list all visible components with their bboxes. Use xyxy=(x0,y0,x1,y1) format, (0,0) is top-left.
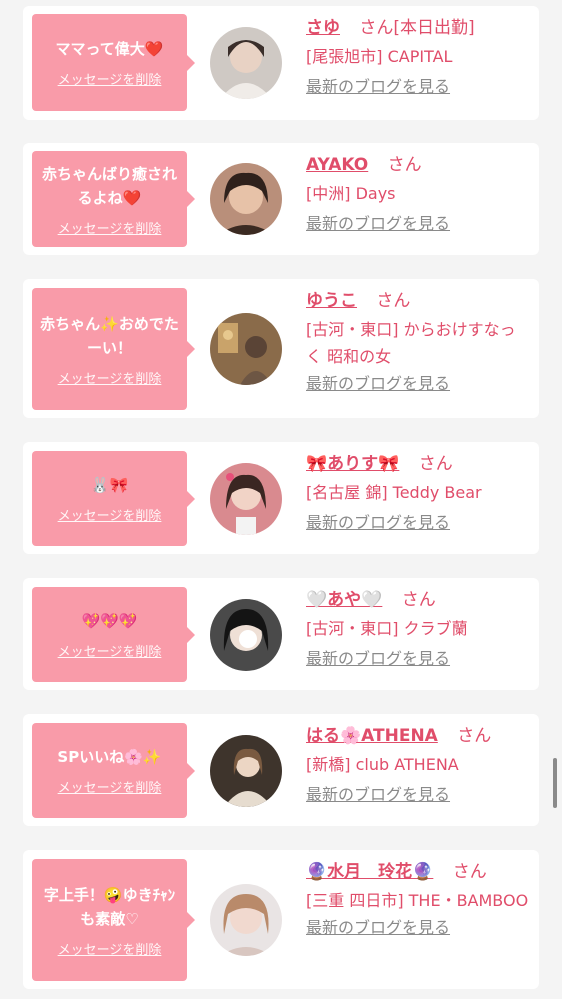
shop-info: [新橋] club ATHENA xyxy=(306,755,459,774)
message-bubble: SPいいね🌸✨ メッセージを削除 xyxy=(32,723,195,818)
honorific: さん xyxy=(418,454,453,474)
profile-name-link[interactable]: はる🌸ATHENA xyxy=(306,726,438,746)
shop-info: [尾張旭市] CAPITAL xyxy=(306,47,453,66)
profile-name-link[interactable]: 🎀ありす🎀 xyxy=(306,454,399,474)
profile-info: 🔮水月 玲花🔮 さん [三重 四日市] THE・BAMBOO 最新のブログを見る xyxy=(306,860,531,939)
latest-blog-link[interactable]: 最新のブログを見る xyxy=(306,213,450,235)
message-card: 赤ちゃん✨おめでたーい！ メッセージを削除 ゆうこ さん [古河・東口] からお… xyxy=(23,279,539,418)
delete-message-link[interactable]: メッセージを削除 xyxy=(58,368,162,387)
shop-info: [三重 四日市] THE・BAMBOO xyxy=(306,891,529,910)
message-text: SPいいね🌸✨ xyxy=(57,748,162,766)
avatar[interactable] xyxy=(210,163,282,235)
avatar[interactable] xyxy=(210,313,282,385)
honorific: さん xyxy=(457,726,492,746)
shop-info: [名古屋 錦] Teddy Bear xyxy=(306,483,482,502)
message-card: 💖💖💖 メッセージを削除 🤍あや🤍 さん [古河・東口] クラブ蘭 最新のブログ… xyxy=(23,578,539,690)
latest-blog-link[interactable]: 最新のブログを見る xyxy=(306,648,450,670)
scrollbar[interactable] xyxy=(553,758,557,808)
delete-message-link[interactable]: メッセージを削除 xyxy=(58,641,162,660)
shop-info: [古河・東口] クラブ蘭 xyxy=(306,619,468,638)
profile-name-link[interactable]: AYAKO xyxy=(306,155,368,175)
message-bubble: 赤ちゃん✨おめでたーい！ メッセージを削除 xyxy=(32,288,195,410)
message-card: 字上手！🤪ゆきﾁｬﾝも素敵♡ メッセージを削除 🔮水月 玲花🔮 さん [三重 四… xyxy=(23,850,539,989)
message-text: ママって偉大❤️ xyxy=(55,40,164,58)
message-card: 🐰🎀 メッセージを削除 🎀ありす🎀 さん [名古屋 錦] Teddy Bear … xyxy=(23,442,539,554)
latest-blog-link[interactable]: 最新のブログを見る xyxy=(306,76,450,98)
profile-name-link[interactable]: 🤍あや🤍 xyxy=(306,590,382,610)
profile-info: 🎀ありす🎀 さん [名古屋 錦] Teddy Bear 最新のブログを見る xyxy=(306,452,531,534)
latest-blog-link[interactable]: 最新のブログを見る xyxy=(306,784,450,806)
avatar[interactable] xyxy=(210,27,282,99)
latest-blog-link[interactable]: 最新のブログを見る xyxy=(306,512,450,534)
profile-name-link[interactable]: 🔮水月 玲花🔮 xyxy=(306,862,433,882)
message-bubble: 💖💖💖 メッセージを削除 xyxy=(32,587,195,682)
message-bubble: 赤ちゃんばり癒されるよね❤️ メッセージを削除 xyxy=(32,151,195,247)
honorific: さん xyxy=(387,155,422,175)
profile-info: ゆうこ さん [古河・東口] からおけすなっく 昭和の女 最新のブログを見る xyxy=(306,289,531,395)
message-bubble: 🐰🎀 メッセージを削除 xyxy=(32,451,195,546)
message-card: SPいいね🌸✨ メッセージを削除 はる🌸ATHENA さん [新橋] club … xyxy=(23,714,539,826)
delete-message-link[interactable]: メッセージを削除 xyxy=(58,505,162,524)
profile-info: さゆ さん[本日出勤] [尾張旭市] CAPITAL 最新のブログを見る xyxy=(306,16,531,98)
delete-message-link[interactable]: メッセージを削除 xyxy=(58,777,162,796)
message-card: ママって偉大❤️ メッセージを削除 さゆ さん[本日出勤] [尾張旭市] CAP… xyxy=(23,6,539,120)
message-bubble: ママって偉大❤️ メッセージを削除 xyxy=(32,14,195,111)
profile-info: 🤍あや🤍 さん [古河・東口] クラブ蘭 最新のブログを見る xyxy=(306,588,531,670)
avatar[interactable] xyxy=(210,599,282,671)
status-label: [本日出勤] xyxy=(393,18,475,38)
latest-blog-link[interactable]: 最新のブログを見る xyxy=(306,373,450,395)
honorific: さん xyxy=(376,291,411,311)
message-text: 字上手！🤪ゆきﾁｬﾝも素敵♡ xyxy=(43,885,176,928)
honorific: さん xyxy=(452,862,487,882)
avatar[interactable] xyxy=(210,463,282,535)
profile-info: はる🌸ATHENA さん [新橋] club ATHENA 最新のブログを見る xyxy=(306,724,531,806)
avatar[interactable] xyxy=(210,735,282,807)
profile-name-link[interactable]: ゆうこ xyxy=(306,291,357,311)
message-text: 💖💖💖 xyxy=(81,612,138,630)
delete-message-link[interactable]: メッセージを削除 xyxy=(58,939,162,958)
profile-name-link[interactable]: さゆ xyxy=(306,18,340,38)
delete-message-link[interactable]: メッセージを削除 xyxy=(58,69,162,88)
message-bubble: 字上手！🤪ゆきﾁｬﾝも素敵♡ メッセージを削除 xyxy=(32,859,195,981)
avatar[interactable] xyxy=(210,884,282,956)
message-text: 赤ちゃんばり癒されるよね❤️ xyxy=(41,164,177,207)
latest-blog-link[interactable]: 最新のブログを見る xyxy=(306,917,450,939)
shop-info: [中洲] Days xyxy=(306,184,396,203)
message-text: 赤ちゃん✨おめでたーい！ xyxy=(40,314,179,357)
message-card: 赤ちゃんばり癒されるよね❤️ メッセージを削除 AYAKO さん [中洲] Da… xyxy=(23,143,539,255)
message-text: 🐰🎀 xyxy=(90,476,129,494)
delete-message-link[interactable]: メッセージを削除 xyxy=(58,218,162,237)
shop-info: [古河・東口] からおけすなっく 昭和の女 xyxy=(306,320,516,366)
honorific: さん xyxy=(401,590,436,610)
honorific: さん xyxy=(359,18,394,38)
profile-info: AYAKO さん [中洲] Days 最新のブログを見る xyxy=(306,153,531,235)
